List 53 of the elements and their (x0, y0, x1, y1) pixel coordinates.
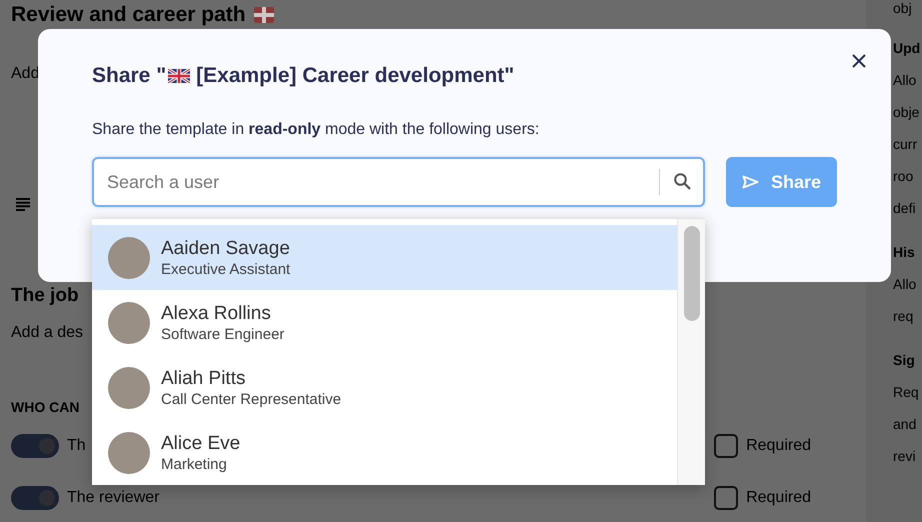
user-option[interactable]: Aliah Pitts Call Center Representative (92, 355, 677, 420)
section-heading: The job (11, 285, 79, 307)
description-text: req (893, 307, 914, 326)
avatar-photo (108, 432, 150, 474)
toggle-label: The reviewer (67, 488, 160, 508)
user-option[interactable]: Alice Eve Marketing (92, 420, 677, 485)
search-icon[interactable] (674, 173, 691, 190)
send-icon (742, 175, 759, 189)
user-role: Executive Assistant (161, 260, 290, 278)
checkbox-label: Required (746, 436, 811, 456)
description-text: roo (893, 167, 914, 186)
checkbox-label: Required (746, 488, 811, 508)
flag-icon (254, 7, 274, 23)
scrollbar-thumb[interactable] (684, 226, 700, 321)
avatar-photo (108, 236, 150, 278)
modal-title: [Example] Career development" (196, 63, 514, 89)
section-heading: His (893, 243, 915, 262)
description-text: obje (893, 103, 920, 122)
description-text: and (893, 415, 916, 434)
user-name: Aliah Pitts (161, 366, 246, 390)
close-icon[interactable] (852, 54, 866, 68)
checkbox[interactable] (714, 434, 738, 458)
search-field[interactable]: Search a user (92, 157, 705, 207)
description-text: Allo (893, 71, 916, 90)
description-text: curr (893, 135, 918, 154)
flag-icon (168, 69, 190, 83)
user-role: Software Engineer (161, 324, 284, 344)
user-option[interactable]: Alexa Rollins Software Engineer (92, 290, 677, 355)
user-name: Alexa Rollins (161, 302, 272, 324)
section-heading: Review and career path (11, 3, 246, 27)
toggle-switch[interactable] (11, 434, 59, 458)
checkbox[interactable] (714, 486, 738, 510)
avatar-photo (108, 366, 150, 408)
user-role: Marketing (161, 454, 228, 474)
permissions-heading: WHO CAN (11, 398, 80, 417)
description-text: Req (893, 383, 919, 402)
user-option[interactable]: Aaiden Savage Executive Assistant (92, 225, 677, 290)
text-align-icon (16, 198, 30, 211)
toggle-label: Th (67, 436, 86, 456)
description-text: defi (893, 199, 916, 218)
avatar-photo (108, 302, 150, 344)
description-text: Allo (893, 275, 916, 294)
description-text: revi (893, 447, 916, 466)
section-heading: Sig (893, 351, 915, 370)
description-text: Add a des (11, 323, 84, 343)
modal-title: Share " (92, 63, 166, 89)
toggle-switch[interactable] (11, 486, 59, 510)
modal-description: Share the template in read-only mode with the following users: (92, 120, 540, 140)
section-heading: Upd (893, 39, 920, 58)
user-name: Alice Eve (161, 432, 240, 454)
user-name: Aaiden Savage (161, 236, 290, 260)
description-text: obj (893, 0, 912, 18)
user-role: Call Center Representative (161, 390, 342, 408)
